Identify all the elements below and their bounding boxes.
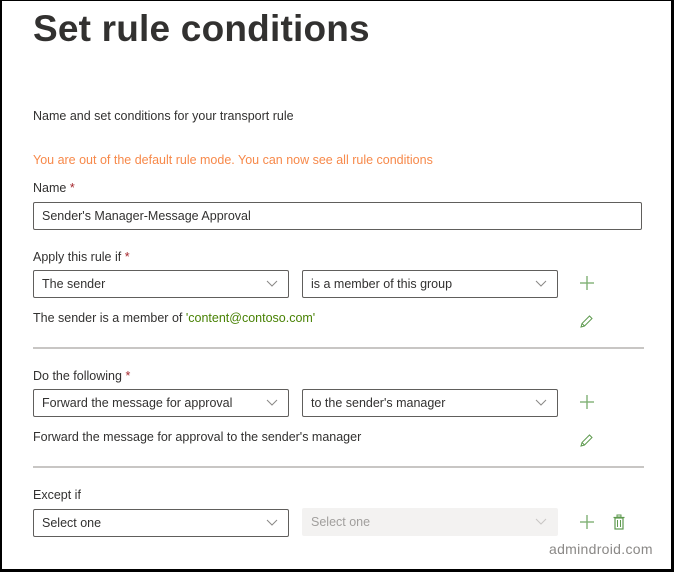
name-label-text: Name (33, 181, 67, 195)
exception-operator-dropdown: Select one (302, 508, 558, 536)
delete-exception-button[interactable] (609, 512, 629, 532)
apply-condition-value: The sender (42, 277, 106, 291)
chevron-down-icon (266, 280, 278, 287)
required-marker: * (124, 250, 130, 264)
page-subtitle: Name and set conditions for your transpo… (33, 109, 294, 123)
watermark: admindroid.com (549, 541, 653, 557)
plus-icon (580, 515, 594, 529)
section-divider (33, 466, 644, 468)
apply-operator-value: is a member of this group (311, 277, 453, 291)
add-exception-button[interactable] (577, 512, 597, 532)
except-if-label: Except if (33, 488, 81, 502)
apply-description-prefix: The sender is a member of (33, 311, 186, 325)
chevron-down-icon (266, 399, 278, 406)
chevron-down-icon (535, 280, 547, 287)
edit-action-button[interactable] (576, 431, 596, 451)
action-description: Forward the message for approval to the … (33, 430, 362, 444)
chevron-down-icon (535, 399, 547, 406)
pencil-icon (580, 434, 593, 447)
do-following-label: Do the following * (33, 369, 130, 383)
required-marker: * (125, 369, 131, 383)
apply-operator-dropdown[interactable]: is a member of this group (302, 270, 558, 298)
action-dropdown[interactable]: Forward the message for approval (33, 389, 289, 417)
rule-mode-warning: You are out of the default rule mode. Yo… (33, 153, 433, 167)
pencil-icon (580, 315, 593, 328)
rule-name-input[interactable]: Sender's Manager-Message Approval (33, 202, 642, 230)
exception-condition-value: Select one (42, 516, 102, 530)
trash-icon (613, 514, 625, 530)
apply-rule-description: The sender is a member of 'content@conto… (33, 311, 315, 325)
apply-rule-label-text: Apply this rule if (33, 250, 122, 264)
chevron-down-icon (266, 519, 278, 526)
name-label: Name * (33, 181, 75, 195)
do-following-label-text: Do the following (33, 369, 122, 383)
apply-condition-dropdown[interactable]: The sender (33, 270, 289, 298)
apply-rule-label: Apply this rule if * (33, 250, 130, 264)
group-link[interactable]: 'content@contoso.com' (186, 311, 315, 325)
required-marker: * (69, 181, 75, 195)
section-divider (33, 347, 644, 349)
plus-icon (580, 276, 594, 290)
add-condition-button[interactable] (577, 273, 597, 293)
plus-icon (580, 395, 594, 409)
action-target-value: to the sender's manager (311, 396, 446, 410)
page-title: Set rule conditions (33, 8, 370, 49)
exception-operator-value: Select one (311, 515, 371, 529)
action-target-dropdown[interactable]: to the sender's manager (302, 389, 558, 417)
chevron-down-icon (535, 518, 547, 525)
edit-condition-button[interactable] (576, 312, 596, 332)
action-value: Forward the message for approval (42, 396, 233, 410)
add-action-button[interactable] (577, 392, 597, 412)
exception-condition-dropdown[interactable]: Select one (33, 509, 289, 537)
